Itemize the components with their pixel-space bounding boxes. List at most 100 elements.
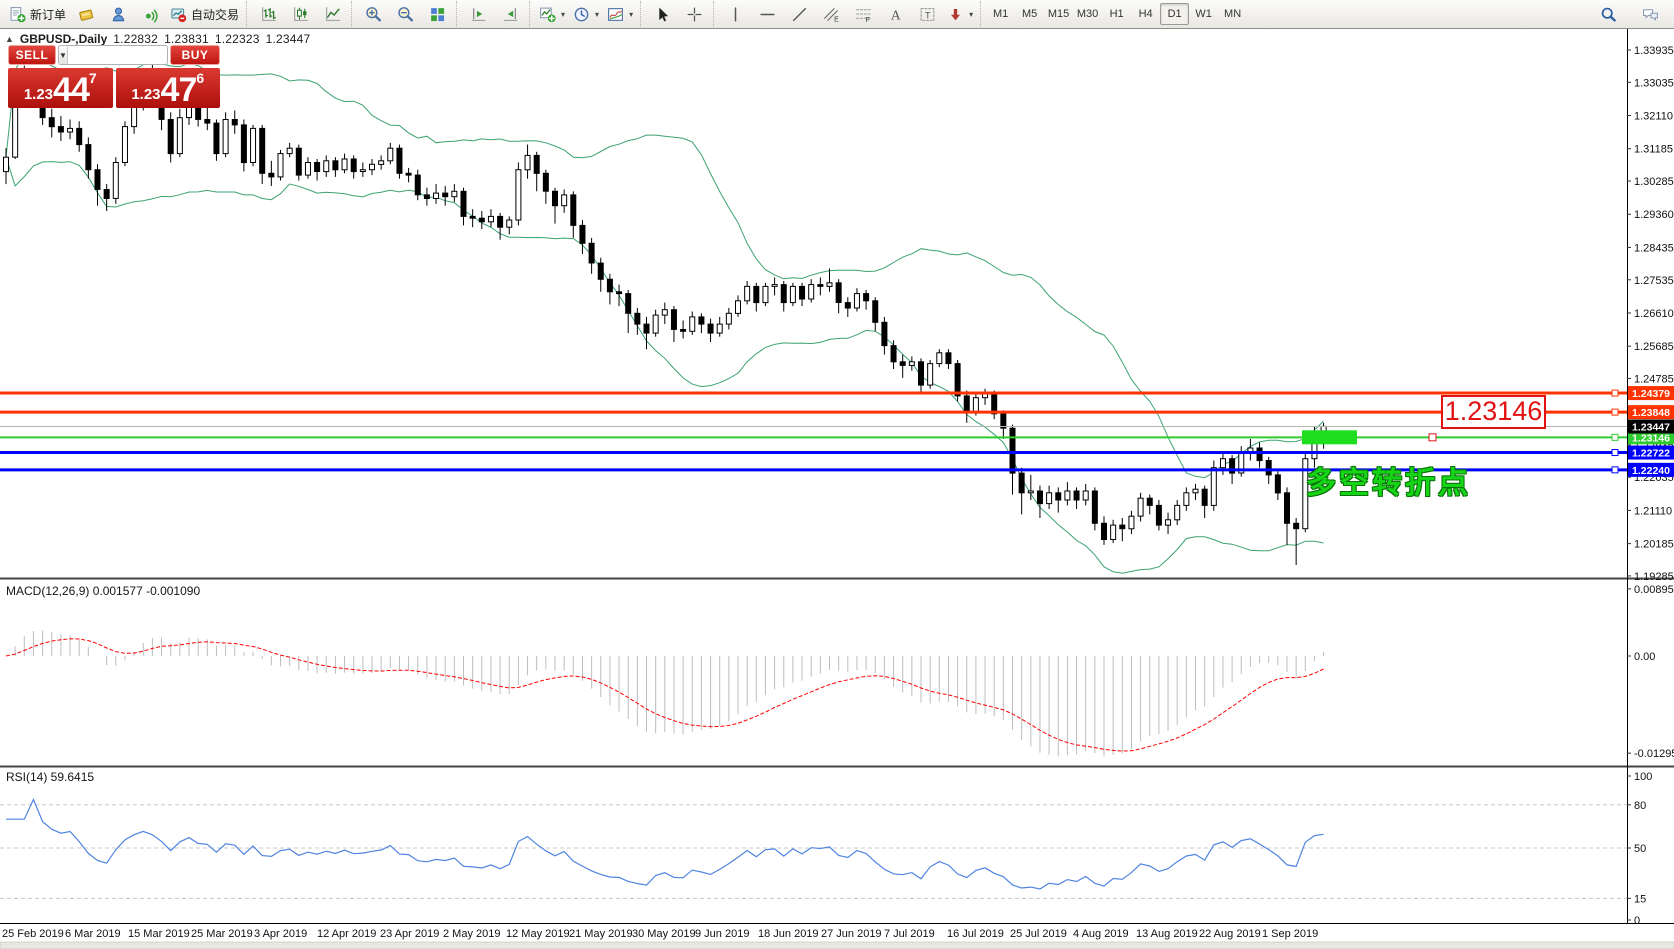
auto-scroll-button[interactable]	[494, 2, 526, 26]
tf-m5-button[interactable]: M5	[1015, 3, 1044, 25]
svg-text:1.27535: 1.27535	[1634, 275, 1674, 287]
line-chart-button[interactable]	[316, 2, 348, 26]
profiles-button[interactable]	[70, 2, 102, 26]
channel-icon: E	[823, 6, 840, 23]
volume-stepper: ▼ ▲	[58, 45, 168, 65]
turning-point-annotation[interactable]: 多空转折点	[1306, 458, 1471, 502]
new-order-icon	[9, 6, 26, 23]
tf-m1-button[interactable]: M1	[986, 3, 1015, 25]
text-icon: A	[887, 6, 904, 23]
buy-price-prefix: 1.23	[131, 84, 160, 106]
periods-button[interactable]: ▾	[569, 2, 603, 26]
level-anchor[interactable]	[1612, 390, 1618, 396]
zoom-out-icon	[397, 6, 414, 23]
tf-mn-button-label: MN	[1224, 8, 1241, 20]
svg-text:0.00: 0.00	[1634, 651, 1655, 663]
trendline-button[interactable]	[783, 2, 815, 26]
tf-mn-button[interactable]: MN	[1218, 3, 1247, 25]
tf-h1-button-label: H1	[1110, 8, 1124, 20]
templates-icon	[607, 6, 624, 23]
tf-m30-button[interactable]: M30	[1073, 3, 1102, 25]
chat-button[interactable]	[1634, 2, 1666, 26]
dropdown-arrow-icon: ▾	[561, 10, 565, 19]
search-icon	[1600, 6, 1617, 23]
svg-text:4 Aug 2019: 4 Aug 2019	[1073, 928, 1129, 940]
tile-windows-button[interactable]	[421, 2, 453, 26]
svg-text:1.29360: 1.29360	[1634, 209, 1674, 221]
vline-button[interactable]	[719, 2, 751, 26]
buy-button[interactable]: BUY	[170, 45, 220, 65]
buy-price-tile[interactable]: 1.23476	[116, 68, 221, 108]
auto-trading-button[interactable]: 自动交易	[166, 2, 243, 26]
signals-button[interactable]	[134, 2, 166, 26]
text-button[interactable]: A	[879, 2, 911, 26]
new-order-button-label: 新订单	[30, 6, 66, 23]
volume-decrease-button[interactable]: ▼	[59, 46, 68, 64]
templates-button[interactable]: ▾	[603, 2, 637, 26]
svg-text:1.23146: 1.23146	[1632, 432, 1670, 444]
bars-icon	[260, 6, 277, 23]
level-anchor[interactable]	[1612, 467, 1618, 473]
collapse-arrow-icon[interactable]: ▲	[5, 34, 14, 44]
svg-text:27 Jun 2019: 27 Jun 2019	[821, 928, 882, 940]
highlight-zone[interactable]	[1302, 430, 1357, 444]
toolbar-group: EFAT ▾	[713, 1, 980, 27]
volume-input[interactable]	[68, 46, 168, 64]
crosshair-button[interactable]	[678, 2, 710, 26]
label-icon: T	[919, 6, 936, 23]
svg-text:15 Mar 2019: 15 Mar 2019	[128, 928, 190, 940]
hline-button[interactable]	[751, 2, 783, 26]
svg-text:1.31185: 1.31185	[1634, 144, 1673, 156]
zoom-out-button[interactable]	[389, 2, 421, 26]
channel-button[interactable]: E	[815, 2, 847, 26]
level-anchor[interactable]	[1612, 434, 1618, 440]
price-level-callout[interactable]: 1.23146	[1441, 395, 1546, 429]
market-watch-button[interactable]	[102, 2, 134, 26]
svg-text:1.23447: 1.23447	[1632, 422, 1670, 434]
dropdown-arrow-icon: ▾	[595, 10, 599, 19]
tf-d1-button[interactable]: D1	[1160, 3, 1189, 25]
zoom-in-button[interactable]	[357, 2, 389, 26]
crosshair-icon	[686, 6, 703, 23]
svg-text:15: 15	[1634, 893, 1646, 905]
svg-text:1.24379: 1.24379	[1632, 388, 1670, 400]
fibonacci-button[interactable]: F	[847, 2, 879, 26]
label-button[interactable]: T	[911, 2, 943, 26]
level-anchor[interactable]	[1612, 409, 1618, 415]
toolbar-group	[351, 1, 456, 27]
buy-price-sup: 6	[196, 71, 204, 85]
tf-m1-button-label: M1	[993, 8, 1008, 20]
cursor-button[interactable]	[646, 2, 678, 26]
arrows-icon	[947, 6, 964, 23]
chart-shift-button[interactable]	[462, 2, 494, 26]
tf-h4-button[interactable]: H4	[1131, 3, 1160, 25]
rsi-indicator-label: RSI(14) 59.6415	[6, 770, 94, 784]
tf-w1-button[interactable]: W1	[1189, 3, 1218, 25]
ohlc-close: 1.23447	[266, 32, 311, 46]
svg-text:1 Sep 2019: 1 Sep 2019	[1262, 928, 1318, 940]
indicators-button[interactable]: ▾	[535, 2, 569, 26]
arrows-button[interactable]: ▾	[943, 2, 977, 26]
svg-text:1.32110: 1.32110	[1634, 111, 1673, 123]
sell-button[interactable]: SELL	[8, 45, 56, 65]
svg-text:6 Mar 2019: 6 Mar 2019	[65, 928, 121, 940]
tf-h1-button[interactable]: H1	[1102, 3, 1131, 25]
chart-window[interactable]: 1.339351.330351.321101.311851.302851.293…	[0, 0, 1674, 949]
search-button[interactable]	[1592, 2, 1624, 26]
sell-price-prefix: 1.23	[24, 84, 53, 106]
price-axis: 1.339351.330351.321101.311851.302851.293…	[1627, 45, 1674, 583]
sell-price-tile[interactable]: 1.23447	[8, 68, 113, 108]
candle-chart-button[interactable]	[284, 2, 316, 26]
date-axis: 25 Feb 20196 Mar 201915 Mar 201925 Mar 2…	[2, 928, 1318, 940]
svg-text:1.22240: 1.22240	[1632, 465, 1670, 477]
chart-shift-icon	[470, 6, 487, 23]
rsi-line	[6, 800, 1324, 890]
tf-m15-button[interactable]: M15	[1044, 3, 1073, 25]
callout-anchor[interactable]	[1429, 434, 1436, 441]
svg-text:1.33935: 1.33935	[1634, 45, 1674, 57]
svg-text:23 Apr 2019: 23 Apr 2019	[380, 928, 439, 940]
level-anchor[interactable]	[1612, 450, 1618, 456]
fibonacci-icon: F	[855, 6, 872, 23]
bar-chart-button[interactable]	[252, 2, 284, 26]
new-order-button[interactable]: 新订单	[5, 2, 70, 26]
